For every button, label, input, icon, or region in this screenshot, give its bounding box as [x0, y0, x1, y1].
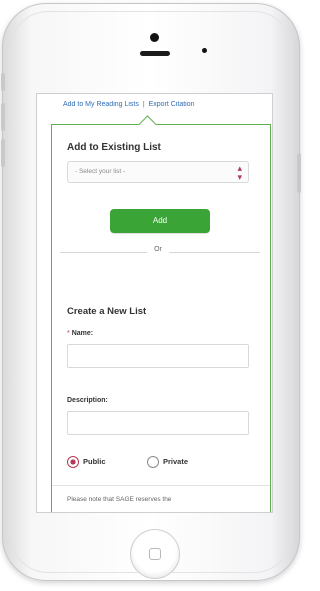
reading-list-popup: Add to Existing List - Select your list … [51, 115, 271, 512]
required-mark: * [67, 330, 70, 337]
popup-pointer [138, 115, 157, 134]
background-page-fragment [39, 239, 41, 246]
side-button [1, 103, 5, 131]
create-list-heading: Create a New List [67, 306, 147, 317]
phone-body: Add to My Reading Lists | Export Citatio… [1, 3, 301, 581]
earpiece-speaker-icon [140, 51, 170, 56]
public-radio[interactable] [67, 456, 79, 468]
background-page-fragment [39, 249, 41, 256]
links-separator: | [142, 101, 145, 108]
top-links: Add to My Reading Lists | Export Citatio… [63, 101, 268, 115]
background-page-fragment [39, 228, 41, 235]
select-placeholder: - Select your list - [75, 168, 126, 175]
name-label-text: Name: [71, 330, 94, 337]
or-divider-label: Or [147, 246, 169, 253]
home-square-icon [149, 548, 161, 560]
add-button[interactable]: Add [110, 209, 210, 233]
side-button [1, 139, 5, 167]
front-camera-icon [150, 33, 159, 42]
note-divider [52, 485, 270, 486]
private-radio[interactable] [147, 456, 159, 468]
visibility-radio-group: Public Private [67, 455, 257, 471]
export-citation-link[interactable]: Export Citation [149, 101, 195, 108]
add-to-reading-lists-link[interactable]: Add to My Reading Lists [63, 101, 139, 108]
side-button [297, 153, 301, 193]
name-field[interactable] [67, 344, 249, 368]
background-page-fragment [39, 132, 41, 139]
description-field[interactable] [67, 411, 249, 435]
description-label: Description: [67, 397, 108, 404]
phone-screen: Add to My Reading Lists | Export Citatio… [36, 93, 273, 513]
select-updown-icon: ▴ ▾ [237, 163, 242, 182]
name-label: * Name: [67, 330, 93, 337]
phone-mockup: Add to My Reading Lists | Export Citatio… [0, 0, 308, 591]
existing-list-heading: Add to Existing List [67, 142, 161, 153]
private-radio-label[interactable]: Private [163, 457, 188, 466]
terms-note: Please note that SAGE reserves the [67, 496, 172, 503]
public-radio-label[interactable]: Public [83, 457, 106, 466]
existing-list-select[interactable]: - Select your list - ▴ ▾ [67, 161, 249, 183]
background-page-fragment [39, 424, 41, 431]
background-page-fragment [39, 152, 41, 159]
side-button [1, 73, 5, 91]
home-button[interactable] [130, 529, 180, 579]
proximity-sensor-icon [202, 48, 207, 53]
